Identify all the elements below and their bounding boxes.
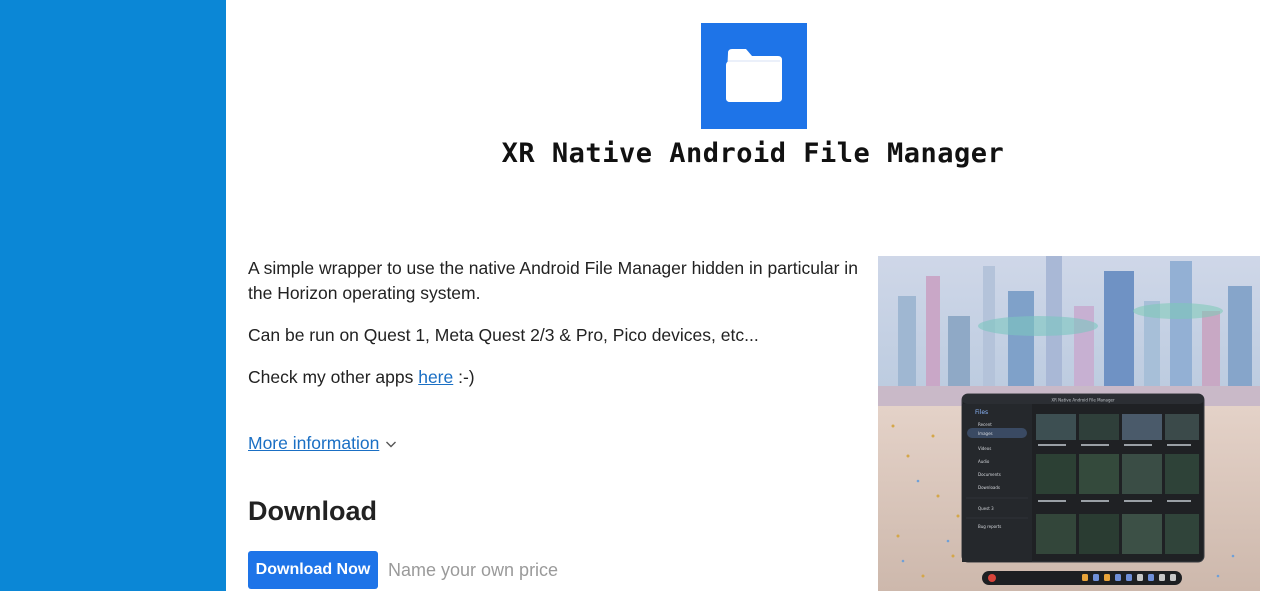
other-apps-prefix: Check my other apps — [248, 367, 419, 387]
more-information-toggle[interactable]: More information — [248, 433, 397, 454]
description: A simple wrapper to use the native Andro… — [248, 256, 868, 407]
screenshot-image: XR Native Android File Manager Files Rec… — [878, 256, 1260, 591]
screenshot-nav-downloads: Downloads — [978, 485, 1000, 490]
folder-icon — [726, 49, 782, 102]
screenshot-nav-images: Images — [978, 431, 993, 436]
download-now-button[interactable]: Download Now — [248, 551, 378, 589]
screenshot-nav-recent: Recent — [978, 422, 992, 427]
download-heading: Download — [248, 496, 377, 526]
app-icon — [701, 23, 807, 129]
page-title: XR Native Android File Manager — [501, 138, 1005, 169]
screenshot-window-title: XR Native Android File Manager — [1051, 398, 1115, 403]
page-content: XR Native Android File Manager A simple … — [226, 0, 1280, 591]
screenshot-nav-audio: Audio — [978, 459, 990, 464]
screenshot-nav-documents: Documents — [978, 472, 1001, 477]
screenshot-nav-videos: Videos — [978, 446, 991, 451]
app-screenshot: XR Native Android File Manager Files Rec… — [878, 256, 1260, 591]
chevron-down-icon — [386, 441, 397, 447]
other-apps-link[interactable]: here — [418, 367, 453, 387]
screenshot-nav-quest: Quest 3 — [978, 506, 994, 511]
screenshot-app-name: Files — [975, 409, 988, 416]
other-apps-suffix: :-) — [453, 367, 475, 387]
left-rail — [0, 0, 226, 591]
price-hint: Name your own price — [388, 560, 559, 580]
more-information-label: More information — [248, 433, 380, 453]
description-intro: A simple wrapper to use the native Andro… — [248, 258, 858, 303]
description-other-apps: Check my other apps here :-) — [248, 365, 868, 390]
description-devices: Can be run on Quest 1, Meta Quest 2/3 & … — [248, 325, 759, 345]
screenshot-nav-bug-reports: Bug reports — [978, 524, 1001, 529]
